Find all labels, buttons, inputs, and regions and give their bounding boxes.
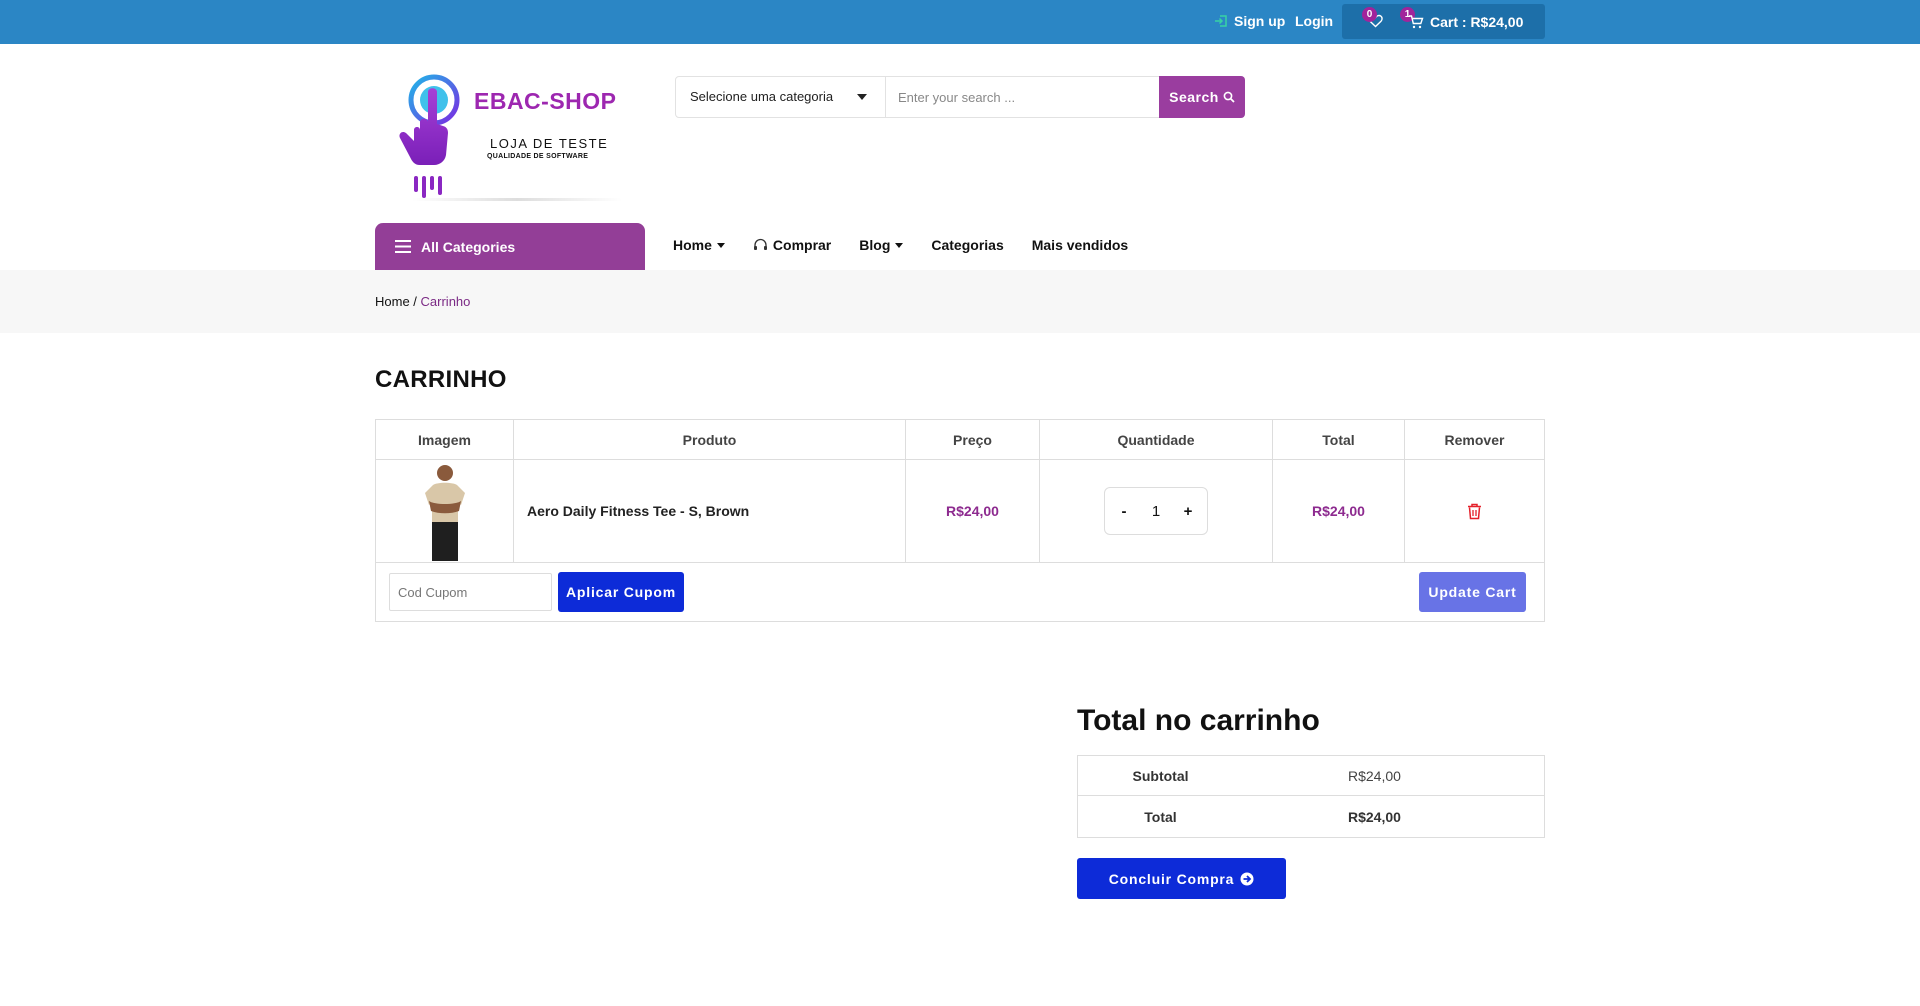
quantity-stepper: - 1 + <box>1104 487 1208 535</box>
coupon-row: Aplicar Cupom Update Cart <box>376 563 1544 621</box>
product-image[interactable] <box>415 461 475 561</box>
breadcrumb-current: Carrinho <box>420 294 471 309</box>
nav-item-blog[interactable]: Blog <box>859 237 904 253</box>
total-row: Total R$24,00 <box>1078 797 1544 837</box>
search-icon <box>1223 91 1235 103</box>
site-logo[interactable]: EBAC-SHOP LOJA DE TESTE QUALIDADE DE SOF… <box>392 70 627 205</box>
product-price-cell: R$24,00 <box>906 460 1040 562</box>
nav-item-mais-vendidos[interactable]: Mais vendidos <box>1032 237 1128 253</box>
line-total: R$24,00 <box>1312 503 1365 519</box>
qty-value[interactable]: 1 <box>1152 503 1160 520</box>
table-header-row: Imagem Produto Preço Quantidade Total Re… <box>376 420 1544 460</box>
coupon-input[interactable] <box>389 573 552 611</box>
cart-summary-box[interactable]: 0 1 Cart : R$24,00 <box>1342 4 1545 39</box>
signin-icon <box>1215 15 1227 27</box>
logo-subtitle: LOJA DE TESTE <box>490 136 609 151</box>
cart-totals-title: Total no carrinho <box>1077 704 1320 737</box>
product-image-cell <box>376 460 514 562</box>
logo-hand-icon <box>399 74 460 198</box>
chevron-down-icon[interactable] <box>857 94 867 100</box>
quantity-cell: - 1 + <box>1040 460 1273 562</box>
subtotal-row: Subtotal R$24,00 <box>1078 756 1544 796</box>
header-preco: Preço <box>906 420 1040 459</box>
logo-title: EBAC-SHOP <box>474 88 617 114</box>
nav-mais-vendidos-label: Mais vendidos <box>1031 237 1129 253</box>
top-bar: Sign up Login 0 1 Cart : R$24,00 <box>0 0 1920 44</box>
header-quantidade: Quantidade <box>1040 420 1273 459</box>
header-total: Total <box>1273 420 1405 459</box>
caret-down-icon <box>716 242 725 248</box>
qty-plus-button[interactable]: + <box>1178 503 1198 520</box>
product-price: R$24,00 <box>946 503 999 519</box>
logo-tagline: QUALIDADE DE SOFTWARE <box>487 153 589 160</box>
category-select[interactable]: Selecione uma categoria <box>690 89 833 104</box>
cart-icon <box>1409 15 1424 29</box>
headset-icon <box>753 238 767 250</box>
logo-divider <box>412 198 622 201</box>
subtotal-label: Subtotal <box>1132 767 1189 784</box>
caret-down-icon <box>895 242 904 248</box>
breadcrumb: Home / Carrinho <box>375 294 470 309</box>
table-row: Aero Daily Fitness Tee - S, Brown R$24,0… <box>376 460 1544 563</box>
search-divider <box>885 77 886 117</box>
cart-totals-table: Subtotal R$24,00 Total R$24,00 <box>1077 755 1545 838</box>
nav-item-comprar[interactable]: Comprar <box>753 237 831 253</box>
checkout-label: Concluir Compra <box>1108 870 1235 887</box>
total-label: Total <box>1144 809 1177 825</box>
search-input[interactable] <box>888 78 1160 116</box>
product-name[interactable]: Aero Daily Fitness Tee - S, Brown <box>514 460 906 562</box>
header-remover: Remover <box>1444 431 1505 448</box>
checkout-button[interactable]: Concluir Compra <box>1077 858 1286 899</box>
arrow-right-icon <box>1240 872 1254 885</box>
update-cart-button[interactable]: Update Cart <box>1419 572 1526 612</box>
apply-coupon-button[interactable]: Aplicar Cupom <box>558 572 684 612</box>
signup-link[interactable]: Sign up <box>1214 13 1285 29</box>
line-total-cell: R$24,00 <box>1273 460 1405 562</box>
nav-home-label: Home <box>673 237 712 253</box>
subtotal-value: R$24,00 <box>1348 767 1401 784</box>
nav-categorias-label: Categorias <box>931 237 1004 253</box>
wishlist-count-badge: 0 <box>1362 7 1377 22</box>
nav-item-home[interactable]: Home <box>673 237 725 253</box>
remove-cell <box>1405 460 1544 562</box>
signup-label: Sign up <box>1234 13 1286 29</box>
all-categories-button[interactable]: All Categories <box>375 223 645 270</box>
page-title: CARRINHO <box>375 366 507 393</box>
main-nav: Home Comprar Blog Categorias Mais vendid… <box>673 237 1156 253</box>
search-button-label: Search <box>1169 89 1219 105</box>
qty-minus-button[interactable]: - <box>1114 503 1134 520</box>
search-button[interactable]: Search <box>1159 76 1245 118</box>
cart-table: Imagem Produto Preço Quantidade Total Re… <box>375 419 1545 622</box>
nav-item-categorias[interactable]: Categorias <box>931 237 1003 253</box>
breadcrumb-bar: Home / Carrinho <box>0 270 1920 333</box>
menu-icon <box>395 240 411 253</box>
header-imagem: Imagem <box>376 420 514 459</box>
login-link[interactable]: Login <box>1295 13 1333 29</box>
trash-icon[interactable] <box>1467 503 1482 520</box>
nav-comprar-label: Comprar <box>772 237 832 253</box>
total-value: R$24,00 <box>1348 809 1401 825</box>
nav-blog-label: Blog <box>859 237 891 253</box>
header-produto: Produto <box>514 420 906 459</box>
cart-total-label: Cart : R$24,00 <box>1430 14 1524 30</box>
breadcrumb-separator: / <box>409 294 421 309</box>
search-bar: Selecione uma categoria Search <box>675 76 1245 118</box>
breadcrumb-home[interactable]: Home <box>375 294 410 309</box>
all-categories-label: All Categories <box>421 238 516 255</box>
